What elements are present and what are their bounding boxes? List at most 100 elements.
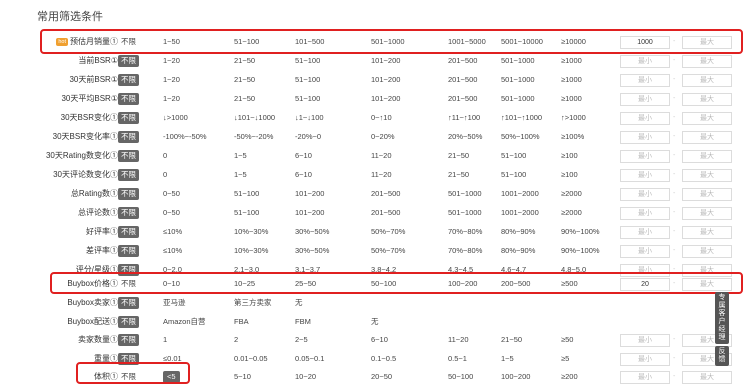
range-option[interactable]: 21~50 xyxy=(234,52,255,70)
range-option[interactable]: 51~100 xyxy=(295,71,320,89)
min-input[interactable]: 最小 xyxy=(620,169,670,182)
range-option[interactable]: 1~50 xyxy=(163,33,180,51)
max-input[interactable]: 最大 xyxy=(682,169,732,182)
range-option[interactable]: ≥1000 xyxy=(561,71,582,89)
no-limit-option[interactable]: 不限 xyxy=(118,297,139,309)
range-option[interactable]: 51~100 xyxy=(234,185,259,203)
range-option[interactable]: ≤10% xyxy=(163,242,182,260)
range-option[interactable]: 501~1000 xyxy=(501,52,535,70)
range-option[interactable]: 501~1000 xyxy=(448,204,482,222)
min-input[interactable]: 最小 xyxy=(620,245,670,258)
range-option[interactable]: ↑11~↑100 xyxy=(448,109,480,127)
range-option[interactable]: 200~500 xyxy=(501,275,530,293)
range-option[interactable]: 1 xyxy=(163,331,167,349)
range-option[interactable]: 30%~50% xyxy=(295,223,329,241)
min-input[interactable]: 最小 xyxy=(620,55,670,68)
range-option[interactable]: 0 xyxy=(163,166,167,184)
max-input[interactable]: 最大 xyxy=(682,112,732,125)
min-input[interactable]: 最小 xyxy=(620,112,670,125)
range-option[interactable]: ≥500 xyxy=(561,275,578,293)
range-option[interactable]: 100~200 xyxy=(448,275,477,293)
range-option[interactable]: 51~100 xyxy=(295,52,320,70)
range-option[interactable]: 501~1000 xyxy=(501,71,535,89)
range-option[interactable]: 1~5 xyxy=(501,350,514,368)
max-input[interactable]: 最大 xyxy=(682,371,732,384)
range-option[interactable]: 20~50 xyxy=(371,368,392,386)
min-input[interactable]: 最小 xyxy=(620,150,670,163)
range-option[interactable]: ≥10000 xyxy=(561,33,586,51)
range-option[interactable]: 0.01~0.05 xyxy=(234,350,268,368)
range-option[interactable]: 1~20 xyxy=(163,52,180,70)
range-option[interactable]: 50~100 xyxy=(371,275,396,293)
range-option[interactable]: 11~20 xyxy=(371,147,392,165)
range-option[interactable]: ↓101~↓1000 xyxy=(234,109,275,127)
range-option[interactable]: 1~20 xyxy=(163,71,180,89)
min-input[interactable]: 最小 xyxy=(620,131,670,144)
range-option[interactable]: <5 xyxy=(163,371,180,383)
range-option[interactable]: Amazon自营 xyxy=(163,313,206,331)
range-option[interactable]: 30%~50% xyxy=(295,242,329,260)
min-input[interactable]: 最小 xyxy=(620,74,670,87)
range-option[interactable]: 201~500 xyxy=(371,204,400,222)
range-option[interactable]: FBA xyxy=(234,313,249,331)
range-option[interactable]: ≥100 xyxy=(561,147,578,165)
max-input[interactable]: 最大 xyxy=(682,278,732,291)
range-option[interactable]: 0~↑10 xyxy=(371,109,392,127)
no-limit-option[interactable]: 不限 xyxy=(118,93,139,105)
range-option[interactable]: 1~20 xyxy=(163,90,180,108)
range-option[interactable]: 501~1000 xyxy=(501,90,535,108)
range-option[interactable]: 10%~30% xyxy=(234,242,268,260)
range-option[interactable]: 50%~100% xyxy=(501,128,540,146)
range-option[interactable]: 21~50 xyxy=(501,331,522,349)
range-option[interactable]: 11~20 xyxy=(371,166,392,184)
range-option[interactable]: 21~50 xyxy=(234,90,255,108)
range-option[interactable]: 21~50 xyxy=(234,71,255,89)
range-option[interactable]: ≥2000 xyxy=(561,185,582,203)
min-input[interactable]: 最小 xyxy=(620,353,670,366)
range-option[interactable]: FBM xyxy=(295,313,311,331)
account-manager-button[interactable]: 专属客户经理 xyxy=(715,292,729,344)
range-option[interactable]: 51~100 xyxy=(234,204,259,222)
no-limit-option[interactable]: 不限 xyxy=(118,150,139,162)
range-option[interactable]: 0.1~0.5 xyxy=(371,350,396,368)
range-option[interactable]: 5001~10000 xyxy=(501,33,543,51)
range-option[interactable]: 1~5 xyxy=(234,147,247,165)
range-option[interactable]: ≥100 xyxy=(561,166,578,184)
range-option[interactable]: 亚马逊 xyxy=(163,294,186,312)
max-input[interactable]: 最大 xyxy=(682,74,732,87)
range-option[interactable]: 21~50 xyxy=(448,147,469,165)
range-option[interactable]: 90%~100% xyxy=(561,242,600,260)
range-option[interactable]: 80%~90% xyxy=(501,242,535,260)
range-option[interactable]: 50%~70% xyxy=(371,242,405,260)
range-option[interactable]: 6~10 xyxy=(295,147,312,165)
no-limit-option[interactable]: 不限 xyxy=(118,74,139,86)
range-option[interactable]: 101~500 xyxy=(295,33,324,51)
no-limit-option[interactable]: 不限 xyxy=(118,131,139,143)
max-input[interactable]: 最大 xyxy=(682,245,732,258)
range-option[interactable]: 0.05~0.1 xyxy=(295,350,324,368)
range-option[interactable]: 50%~70% xyxy=(371,223,405,241)
range-option[interactable]: ↓>1000 xyxy=(163,109,188,127)
range-option[interactable]: 5~10 xyxy=(234,368,251,386)
range-option[interactable]: 第三方卖家 xyxy=(234,294,272,312)
range-option[interactable]: ≥5 xyxy=(561,350,569,368)
range-option[interactable]: 21~50 xyxy=(448,166,469,184)
min-input[interactable]: 最小 xyxy=(620,188,670,201)
range-option[interactable]: 1001~2000 xyxy=(501,185,539,203)
no-limit-option[interactable]: 不限 xyxy=(118,353,139,365)
range-option[interactable]: 501~1000 xyxy=(448,185,482,203)
no-limit-option[interactable]: 不限 xyxy=(118,226,139,238)
no-limit-option[interactable]: 不限 xyxy=(118,245,139,257)
range-option[interactable]: 101~200 xyxy=(371,71,400,89)
min-input[interactable]: 最小 xyxy=(620,334,670,347)
range-option[interactable]: 1~5 xyxy=(234,166,247,184)
range-option[interactable]: 51~100 xyxy=(501,147,526,165)
range-option[interactable]: ≥200 xyxy=(561,368,578,386)
no-limit-option[interactable]: 不限 xyxy=(118,371,139,383)
range-option[interactable]: 11~20 xyxy=(448,331,469,349)
range-option[interactable]: ≥50 xyxy=(561,331,573,349)
range-option[interactable]: ↑101~↑1000 xyxy=(501,109,542,127)
range-option[interactable]: 10%~30% xyxy=(234,223,268,241)
max-input[interactable]: 最大 xyxy=(682,150,732,163)
max-input[interactable]: 最大 xyxy=(682,36,732,49)
